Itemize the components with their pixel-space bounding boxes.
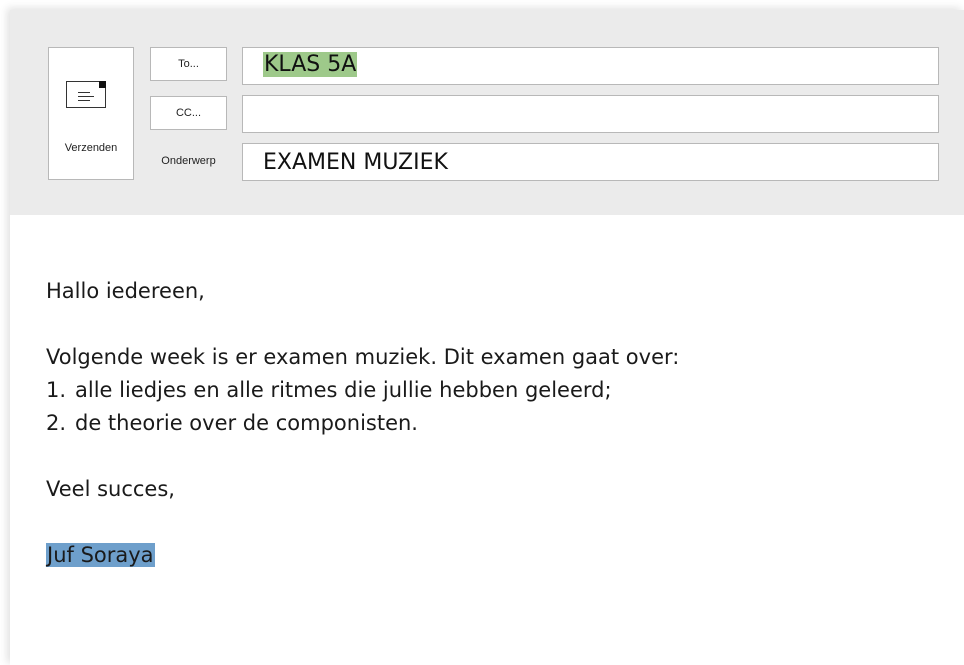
signature-text: Juf Soraya [46, 543, 155, 567]
subject-label: Onderwerp [161, 155, 216, 167]
greeting-text: Hallo iedereen, [46, 279, 205, 303]
list-item-number: 2. [46, 411, 67, 435]
send-button-label: Verzenden [64, 142, 118, 154]
envelope-line [78, 92, 90, 93]
intro-text: Volgende week is er examen muziek. Dit e… [46, 345, 680, 369]
subject-field[interactable]: EXAMEN MUZIEK [242, 143, 939, 181]
to-field[interactable]: KLAS 5A [242, 47, 939, 85]
list-item: 2. de theorie over de componisten. [46, 407, 679, 440]
envelope-line [78, 96, 94, 97]
stamp-icon [99, 81, 106, 88]
message-body[interactable]: Hallo iedereen, Volgende week is er exam… [46, 275, 679, 572]
send-button[interactable]: Verzenden [48, 47, 134, 180]
compose-header: Verzenden To... CC... Onderwerp KLAS 5A … [10, 10, 964, 215]
closing-text: Veel succes, [46, 477, 175, 501]
cc-field[interactable] [242, 95, 939, 133]
list-item: 1. alle liedjes en alle ritmes die julli… [46, 374, 679, 407]
to-field-value: KLAS 5A [263, 50, 358, 80]
subject-field-value: EXAMEN MUZIEK [263, 150, 448, 175]
list-item-text: alle liedjes en alle ritmes die jullie h… [75, 378, 612, 402]
envelope-icon [66, 81, 106, 108]
cc-button[interactable]: CC... [150, 96, 227, 130]
list-item-text: de theorie over de componisten. [75, 411, 418, 435]
envelope-line [78, 100, 90, 101]
to-button[interactable]: To... [150, 47, 227, 81]
email-compose-window: Verzenden To... CC... Onderwerp KLAS 5A … [10, 10, 964, 665]
list-item-number: 1. [46, 378, 67, 402]
to-field-text: KLAS 5A [263, 52, 358, 77]
